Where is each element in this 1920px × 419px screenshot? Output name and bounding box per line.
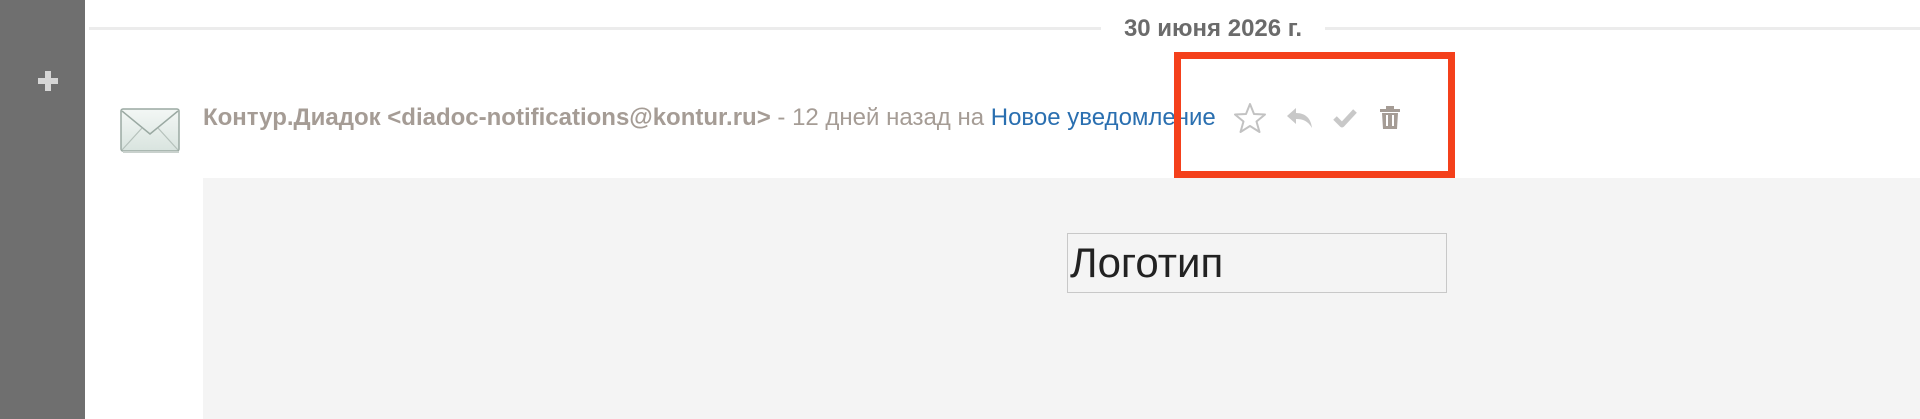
mark-done-button[interactable]	[1325, 98, 1365, 138]
message-header: Контур.Диадок <diadoc-notifications@kont…	[203, 101, 1216, 135]
reply-icon	[1287, 108, 1312, 128]
message-body: Логотип	[203, 178, 1920, 419]
left-sidebar	[0, 0, 85, 419]
date-label: 30 июня 2026 г.	[1123, 15, 1303, 42]
star-button[interactable]	[1230, 98, 1270, 138]
date-separator: 30 июня 2026 г.	[85, 0, 1920, 60]
plus-icon[interactable]	[37, 70, 59, 92]
logo-placeholder: Логотип	[1067, 233, 1447, 293]
date-divider-line	[89, 27, 1101, 30]
date-divider-line	[1325, 27, 1920, 30]
sender-name[interactable]: Контур.Диадок <diadoc-notifications@kont…	[203, 104, 771, 131]
mail-page: 30 июня 2026 г. Контур.Диадок <diadoc-no…	[0, 0, 1920, 419]
delete-button[interactable]	[1370, 98, 1410, 138]
reply-button[interactable]	[1280, 98, 1320, 138]
envelope-icon	[120, 108, 180, 153]
subject-link[interactable]: Новое уведомление	[991, 104, 1216, 131]
check-icon	[1333, 109, 1357, 128]
star-icon	[1234, 103, 1266, 133]
trash-icon	[1380, 106, 1400, 129]
message-meta: - 12 дней назад на	[770, 104, 991, 131]
